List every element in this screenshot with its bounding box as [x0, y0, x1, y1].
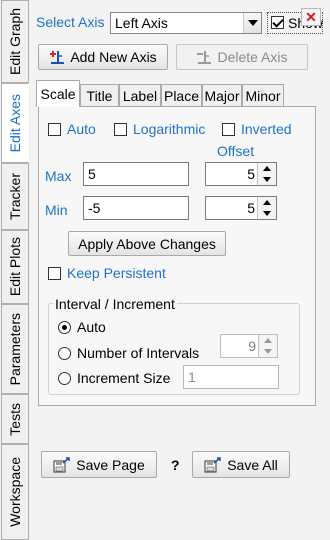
- save-all-button[interactable]: Save All: [192, 451, 290, 478]
- max-label: Max: [45, 168, 72, 184]
- auto-checkbox[interactable]: [48, 123, 61, 136]
- number-of-intervals-stepper[interactable]: 9: [220, 334, 278, 358]
- increment-size-label: Increment Size: [77, 370, 171, 386]
- stepper-down-icon[interactable]: [258, 174, 276, 185]
- logarithmic-label: Logarithmic: [133, 121, 206, 137]
- min-input[interactable]: -5: [83, 196, 189, 220]
- save-page-icon: [53, 456, 70, 472]
- keep-persistent-label: Keep Persistent: [67, 265, 166, 281]
- min-label: Min: [45, 202, 68, 218]
- inverted-checkbox[interactable]: [222, 123, 235, 136]
- help-icon[interactable]: ?: [171, 457, 180, 473]
- close-icon: ✕: [305, 8, 317, 25]
- save-page-label: Save Page: [76, 456, 145, 473]
- select-axis-value: Left Axis: [115, 15, 168, 31]
- number-of-intervals-value: 9: [248, 338, 256, 354]
- edit-axes-panel: Select Axis Left Axis Show ✕ Add New Axi…: [30, 0, 330, 540]
- tab-label[interactable]: Label: [119, 84, 161, 106]
- side-tab-label: Workspace: [7, 457, 23, 527]
- side-tab-label: Edit Graph: [7, 8, 23, 75]
- tab-major[interactable]: Major: [202, 84, 242, 106]
- scale-tab-page: Auto Logarithmic Inverted Offset Max 5 5…: [38, 106, 316, 406]
- increment-size-input[interactable]: 1: [183, 365, 279, 389]
- delete-axis-label: Delete Axis: [217, 49, 288, 65]
- max-offset-value: 5: [247, 166, 255, 182]
- side-tab-parameters[interactable]: Parameters: [1, 304, 29, 394]
- interval-auto-radio[interactable]: [58, 321, 71, 334]
- side-tab-workspace[interactable]: Workspace: [1, 444, 29, 540]
- side-tab-label: Edit Axes: [7, 93, 23, 153]
- side-tab-strip: Edit Graph Edit Axes Tracker Edit Plots …: [0, 0, 31, 540]
- save-all-label: Save All: [227, 456, 278, 473]
- delete-axis-icon: [197, 51, 212, 64]
- max-offset-stepper[interactable]: 5: [205, 162, 277, 186]
- side-tab-tracker[interactable]: Tracker: [1, 163, 29, 230]
- show-checkbox[interactable]: [271, 16, 284, 29]
- tab-place[interactable]: Place: [161, 84, 202, 106]
- stepper-down-icon[interactable]: [258, 208, 276, 219]
- tab-minor[interactable]: Minor: [242, 84, 284, 106]
- chevron-down-icon[interactable]: [243, 13, 261, 33]
- max-input[interactable]: 5: [83, 162, 189, 186]
- tab-scale[interactable]: Scale: [36, 80, 80, 107]
- delete-axis-button[interactable]: Delete Axis: [176, 44, 308, 70]
- side-tab-tests[interactable]: Tests: [1, 394, 29, 444]
- interval-auto-label: Auto: [77, 319, 106, 335]
- side-tab-label: Tests: [7, 402, 23, 436]
- number-of-intervals-radio[interactable]: [58, 347, 71, 360]
- auto-label: Auto: [67, 121, 96, 137]
- min-offset-stepper[interactable]: 5: [205, 196, 277, 220]
- side-tab-edit-graph[interactable]: Edit Graph: [1, 0, 29, 83]
- keep-persistent-checkbox[interactable]: [48, 267, 61, 280]
- min-value: -5: [88, 200, 101, 216]
- save-page-button[interactable]: Save Page: [41, 451, 157, 478]
- increment-size-value: 1: [188, 369, 196, 385]
- tab-title[interactable]: Title: [80, 84, 119, 106]
- inverted-label: Inverted: [241, 121, 292, 137]
- increment-size-radio[interactable]: [58, 372, 71, 385]
- apply-changes-label: Apply Above Changes: [78, 235, 216, 252]
- tab-label: Minor: [245, 87, 281, 104]
- add-axis-icon: [50, 51, 65, 64]
- select-axis-label: Select Axis: [36, 14, 105, 30]
- side-tab-edit-plots[interactable]: Edit Plots: [1, 230, 29, 304]
- side-tab-label: Parameters: [7, 312, 23, 386]
- number-of-intervals-label: Number of Intervals: [77, 345, 200, 361]
- offset-label: Offset: [217, 143, 255, 159]
- save-all-icon: [204, 456, 221, 472]
- max-value: 5: [88, 166, 96, 182]
- tab-label: Major: [204, 87, 240, 104]
- tab-label: Place: [163, 87, 200, 104]
- tab-label: Title: [86, 87, 113, 104]
- add-new-axis-label: Add New Axis: [70, 49, 157, 65]
- tab-label: Scale: [40, 86, 76, 102]
- apply-changes-button[interactable]: Apply Above Changes: [68, 231, 226, 256]
- tab-label-text: Label: [122, 87, 158, 104]
- side-tab-label: Edit Plots: [7, 237, 23, 297]
- stepper-down-icon[interactable]: [259, 346, 277, 357]
- interval-group-title: Interval / Increment: [53, 296, 177, 312]
- side-tab-edit-axes[interactable]: Edit Axes: [1, 83, 29, 163]
- close-button[interactable]: ✕: [301, 8, 321, 26]
- select-axis-dropdown[interactable]: Left Axis: [110, 12, 262, 34]
- side-tab-label: Tracker: [7, 173, 23, 220]
- min-offset-value: 5: [247, 200, 255, 216]
- logarithmic-checkbox[interactable]: [114, 123, 127, 136]
- add-new-axis-button[interactable]: Add New Axis: [38, 44, 168, 70]
